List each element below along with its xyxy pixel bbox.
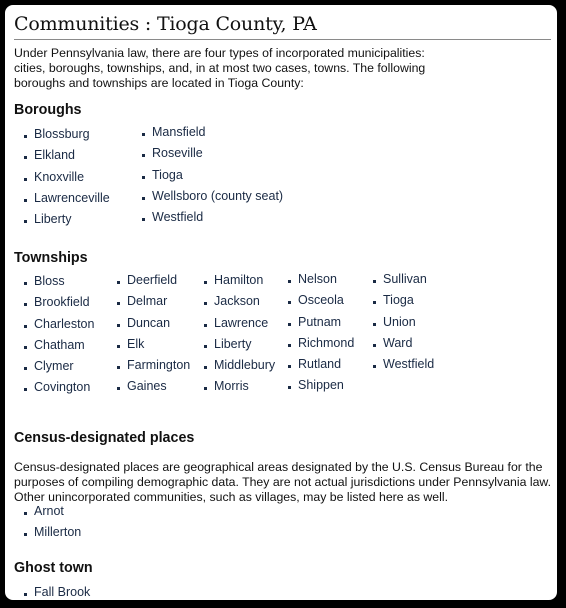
community-link[interactable]: Nelson — [280, 269, 354, 290]
community-link[interactable]: Covington — [16, 377, 94, 398]
community-link[interactable]: Shippen — [280, 375, 354, 396]
page-title: Communities : Tioga County, PA — [14, 13, 551, 40]
community-link[interactable]: Liberty — [196, 334, 275, 355]
community-link[interactable]: Wellsboro (county seat) — [134, 186, 283, 207]
community-link[interactable]: Duncan — [109, 313, 190, 334]
community-link[interactable]: Putnam — [280, 312, 354, 333]
community-link[interactable]: Union — [365, 312, 434, 333]
community-link[interactable]: Lawrenceville — [16, 188, 110, 209]
community-link[interactable]: Lawrence — [196, 313, 275, 334]
communities-panel: Communities : Tioga County, PA Under Pen… — [3, 3, 559, 602]
boroughs-list-col-2: Mansfield Roseville Tioga Wellsboro (county… — [134, 122, 283, 228]
community-link[interactable]: Knoxville — [16, 167, 110, 188]
ghost-town-list: Fall Brook — [16, 582, 90, 603]
community-link[interactable]: Elkland — [16, 145, 110, 166]
community-link[interactable]: Deerfield — [109, 270, 190, 291]
community-link[interactable]: Bloss — [16, 271, 94, 292]
community-link[interactable]: Morris — [196, 376, 275, 397]
community-link[interactable]: Chatham — [16, 335, 94, 356]
cdp-paragraph: Census-designated places are geographica… — [14, 460, 552, 504]
townships-list-col-5: Sullivan Tioga Union Ward Westfield — [365, 269, 434, 375]
community-link[interactable]: Mansfield — [134, 122, 283, 143]
boroughs-list-col-1: Blossburg Elkland Knoxville Lawrenceville Li… — [16, 124, 110, 230]
community-link[interactable]: Westfield — [365, 354, 434, 375]
intro-paragraph: Under Pennsylvania law, there are four t… — [14, 46, 426, 90]
boroughs-heading: Boroughs — [14, 102, 82, 118]
community-link[interactable]: Farmington — [109, 355, 190, 376]
townships-heading: Townships — [14, 250, 88, 266]
community-link[interactable]: Middlebury — [196, 355, 275, 376]
community-link[interactable]: Charleston — [16, 314, 94, 335]
cdp-list: Arnot Millerton — [16, 501, 81, 544]
community-link[interactable]: Tioga — [134, 165, 283, 186]
community-link[interactable]: Fall Brook — [16, 582, 90, 603]
community-link[interactable]: Elk — [109, 334, 190, 355]
community-link[interactable]: Richmond — [280, 333, 354, 354]
community-link[interactable]: Clymer — [16, 356, 94, 377]
community-link[interactable]: Liberty — [16, 209, 110, 230]
community-link[interactable]: Gaines — [109, 376, 190, 397]
community-link[interactable]: Arnot — [16, 501, 81, 522]
community-link[interactable]: Hamilton — [196, 270, 275, 291]
community-link[interactable]: Delmar — [109, 291, 190, 312]
townships-list-col-2: Deerfield Delmar Duncan Elk Farmington Gaines — [109, 270, 190, 398]
community-link[interactable]: Tioga — [365, 290, 434, 311]
community-link[interactable]: Westfield — [134, 207, 283, 228]
ghost-town-heading: Ghost town — [14, 560, 93, 576]
community-link[interactable]: Jackson — [196, 291, 275, 312]
community-link[interactable]: Millerton — [16, 522, 81, 543]
community-link[interactable]: Rutland — [280, 354, 354, 375]
community-link[interactable]: Sullivan — [365, 269, 434, 290]
community-link[interactable]: Osceola — [280, 290, 354, 311]
townships-list-col-1: Bloss Brookfield Charleston Chatham Clymer Co… — [16, 271, 94, 399]
townships-list-col-4: Nelson Osceola Putnam Richmond Rutland Shippe… — [280, 269, 354, 397]
community-link[interactable]: Roseville — [134, 143, 283, 164]
community-link[interactable]: Blossburg — [16, 124, 110, 145]
community-link[interactable]: Brookfield — [16, 292, 94, 313]
cdp-heading: Census-designated places — [14, 430, 195, 446]
townships-list-col-3: Hamilton Jackson Lawrence Liberty Middlebury… — [196, 270, 275, 398]
community-link[interactable]: Ward — [365, 333, 434, 354]
